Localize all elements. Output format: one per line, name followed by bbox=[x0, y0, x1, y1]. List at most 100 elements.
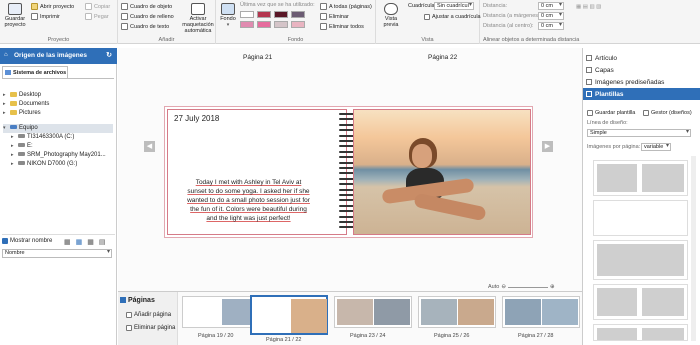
apply-all-pages-button[interactable]: A todas (páginas) bbox=[320, 3, 372, 10]
detail-view-icon[interactable]: ▤ bbox=[99, 238, 106, 246]
tree-item[interactable]: ▸ SRM_Photography May201... bbox=[11, 151, 106, 160]
checkbox-checked-icon bbox=[2, 238, 8, 244]
chevron-right-icon[interactable]: ▸ bbox=[3, 109, 10, 118]
chevron-right-icon[interactable]: ▸ bbox=[11, 133, 18, 142]
journal-text-box[interactable]: Today I met with Ashley in Tel Aviv at s… bbox=[186, 178, 311, 223]
tree-item[interactable]: ▸ Pictures bbox=[3, 109, 41, 118]
color-swatch[interactable] bbox=[240, 21, 254, 28]
color-swatch[interactable] bbox=[274, 11, 288, 18]
page-thumbnail[interactable] bbox=[334, 296, 412, 328]
distance-margins-select[interactable]: 0 cm bbox=[538, 12, 564, 20]
preview-button[interactable]: Vista previa bbox=[380, 3, 402, 28]
zoom-in-icon[interactable]: ⊕ bbox=[550, 284, 555, 290]
template-image-placeholder bbox=[597, 164, 637, 192]
save-project-button[interactable]: Guardar proyecto bbox=[3, 3, 27, 28]
color-swatch[interactable] bbox=[240, 11, 254, 18]
templates-scrollbar[interactable] bbox=[691, 156, 696, 341]
text-box-button[interactable]: Cuadro de texto bbox=[121, 23, 169, 30]
delete-all-backgrounds-button[interactable]: Eliminar todos bbox=[320, 23, 364, 30]
page-thumbnail[interactable] bbox=[250, 295, 328, 335]
panel-item-article[interactable]: Artículo bbox=[583, 52, 700, 64]
chevron-down-icon[interactable]: ▾ bbox=[3, 124, 10, 133]
chevron-right-icon[interactable]: ▸ bbox=[11, 151, 18, 160]
image-source-header: Origen de las imágenes ⌂ ↻ bbox=[0, 48, 117, 64]
grid-view-icon[interactable]: ▦ bbox=[76, 238, 83, 246]
color-swatch[interactable] bbox=[257, 21, 271, 28]
zoom-control[interactable]: Auto ⊖ ⊕ bbox=[488, 284, 555, 290]
show-name-label: Mostrar nombre bbox=[10, 238, 53, 244]
color-swatch[interactable] bbox=[257, 11, 271, 18]
tree-item[interactable]: ▸ TI31463300A (C:) bbox=[11, 133, 74, 142]
sort-select[interactable]: Nombre bbox=[2, 249, 112, 258]
delete-background-button[interactable]: Eliminar bbox=[320, 13, 349, 20]
open-project-button[interactable]: Abrir proyecto bbox=[31, 3, 74, 10]
color-swatch[interactable] bbox=[274, 21, 288, 28]
view-mode-icons[interactable]: ▦ ▦ ▦ ▤ bbox=[64, 238, 106, 246]
template-layout[interactable] bbox=[593, 160, 688, 196]
checkbox-icon bbox=[424, 14, 430, 20]
add-page-button[interactable]: Añadir página bbox=[126, 312, 171, 318]
pages-icon bbox=[120, 297, 126, 303]
template-layout[interactable] bbox=[593, 284, 688, 320]
zoom-slider[interactable] bbox=[507, 286, 548, 288]
zoom-out-icon[interactable]: ⊖ bbox=[501, 284, 506, 290]
tree-item-label: Documents bbox=[19, 101, 50, 107]
tree-item[interactable]: ▸ Desktop bbox=[3, 91, 41, 100]
fill-box-label: Cuadro de relleno bbox=[130, 13, 174, 20]
list-view-icon[interactable]: ▦ bbox=[64, 238, 71, 246]
template-image-placeholder bbox=[642, 164, 684, 192]
tree-item[interactable]: ▸ NIKON D7000 (G:) bbox=[11, 160, 77, 169]
prev-page-arrow[interactable]: ◀ bbox=[144, 141, 155, 152]
page-thumbnail[interactable] bbox=[182, 296, 260, 328]
tree-item-label: Desktop bbox=[19, 92, 42, 98]
object-box-button[interactable]: Cuadro de objeto bbox=[121, 3, 172, 10]
large-view-icon[interactable]: ▦ bbox=[87, 238, 94, 246]
design-line-label: Línea de diseño: bbox=[587, 120, 628, 126]
panel-item-label: Capas bbox=[595, 67, 614, 74]
project-group: Guardar proyecto Abrir proyecto Imprimir… bbox=[0, 0, 118, 44]
next-page-arrow[interactable]: ▶ bbox=[542, 141, 553, 152]
page-thumbnail[interactable] bbox=[502, 296, 580, 328]
background-button[interactable]: Fondo ▾ bbox=[219, 3, 237, 28]
tree-item[interactable]: ▸ Documents bbox=[3, 100, 49, 109]
show-name-checkbox[interactable]: Mostrar nombre bbox=[2, 238, 52, 244]
distance-center-select[interactable]: 0 cm bbox=[538, 22, 564, 30]
panel-item-templates[interactable]: Plantillas bbox=[583, 88, 700, 100]
paste-button[interactable]: Pegar bbox=[85, 13, 109, 20]
panel-item-clipart[interactable]: Imágenes prediseñadas bbox=[583, 76, 700, 88]
chevron-right-icon[interactable]: ▸ bbox=[11, 160, 18, 169]
template-layout[interactable] bbox=[593, 324, 688, 341]
zoom-label: Auto bbox=[488, 284, 500, 290]
grid-select[interactable]: Sin cuadrícul bbox=[434, 2, 474, 10]
delete-page-button[interactable]: Eliminar página bbox=[126, 325, 175, 331]
thumbnail-left-page bbox=[505, 299, 541, 325]
template-layout[interactable] bbox=[593, 200, 688, 236]
page-thumbnail[interactable] bbox=[418, 296, 496, 328]
template-layout[interactable] bbox=[593, 240, 688, 280]
panel-item-layers[interactable]: Capas bbox=[583, 64, 700, 76]
chevron-right-icon[interactable]: ▸ bbox=[11, 142, 18, 151]
tree-item[interactable]: ▾ Equipo bbox=[3, 124, 113, 133]
tree-item[interactable]: ▸ E: bbox=[11, 142, 33, 151]
right-page-photo[interactable] bbox=[353, 109, 531, 235]
auto-layout-button[interactable]: Activar maquetación automática bbox=[182, 3, 214, 34]
refresh-icon[interactable]: ↻ bbox=[106, 51, 112, 59]
auto-layout-icon bbox=[191, 3, 205, 15]
distance-select[interactable]: 0 cm bbox=[538, 2, 564, 10]
print-button[interactable]: Imprimir bbox=[31, 13, 60, 20]
fill-box-button[interactable]: Cuadro de relleno bbox=[121, 13, 174, 20]
left-page[interactable]: 27 July 2018 Today I met with Ashley in … bbox=[167, 109, 347, 235]
chevron-right-icon[interactable]: ▸ bbox=[3, 100, 10, 109]
copy-button[interactable]: Copiar bbox=[85, 3, 110, 10]
template-image-placeholder bbox=[597, 204, 684, 232]
color-swatch[interactable] bbox=[291, 21, 305, 28]
design-line-select[interactable]: Simple bbox=[587, 129, 691, 137]
chevron-right-icon[interactable]: ▸ bbox=[3, 91, 10, 100]
save-template-button[interactable]: Guardar plantilla bbox=[587, 110, 635, 116]
images-per-page-select[interactable]: variable bbox=[641, 143, 671, 151]
filesystem-tab[interactable]: Sistema de archivos bbox=[2, 66, 68, 78]
date-text[interactable]: 27 July 2018 bbox=[174, 114, 219, 123]
layout-manager-button[interactable]: Gestor (diseños) bbox=[643, 110, 692, 116]
snap-to-grid-checkbox[interactable]: Ajustar a cuadrícula bbox=[424, 14, 481, 20]
color-swatch[interactable] bbox=[291, 11, 305, 18]
